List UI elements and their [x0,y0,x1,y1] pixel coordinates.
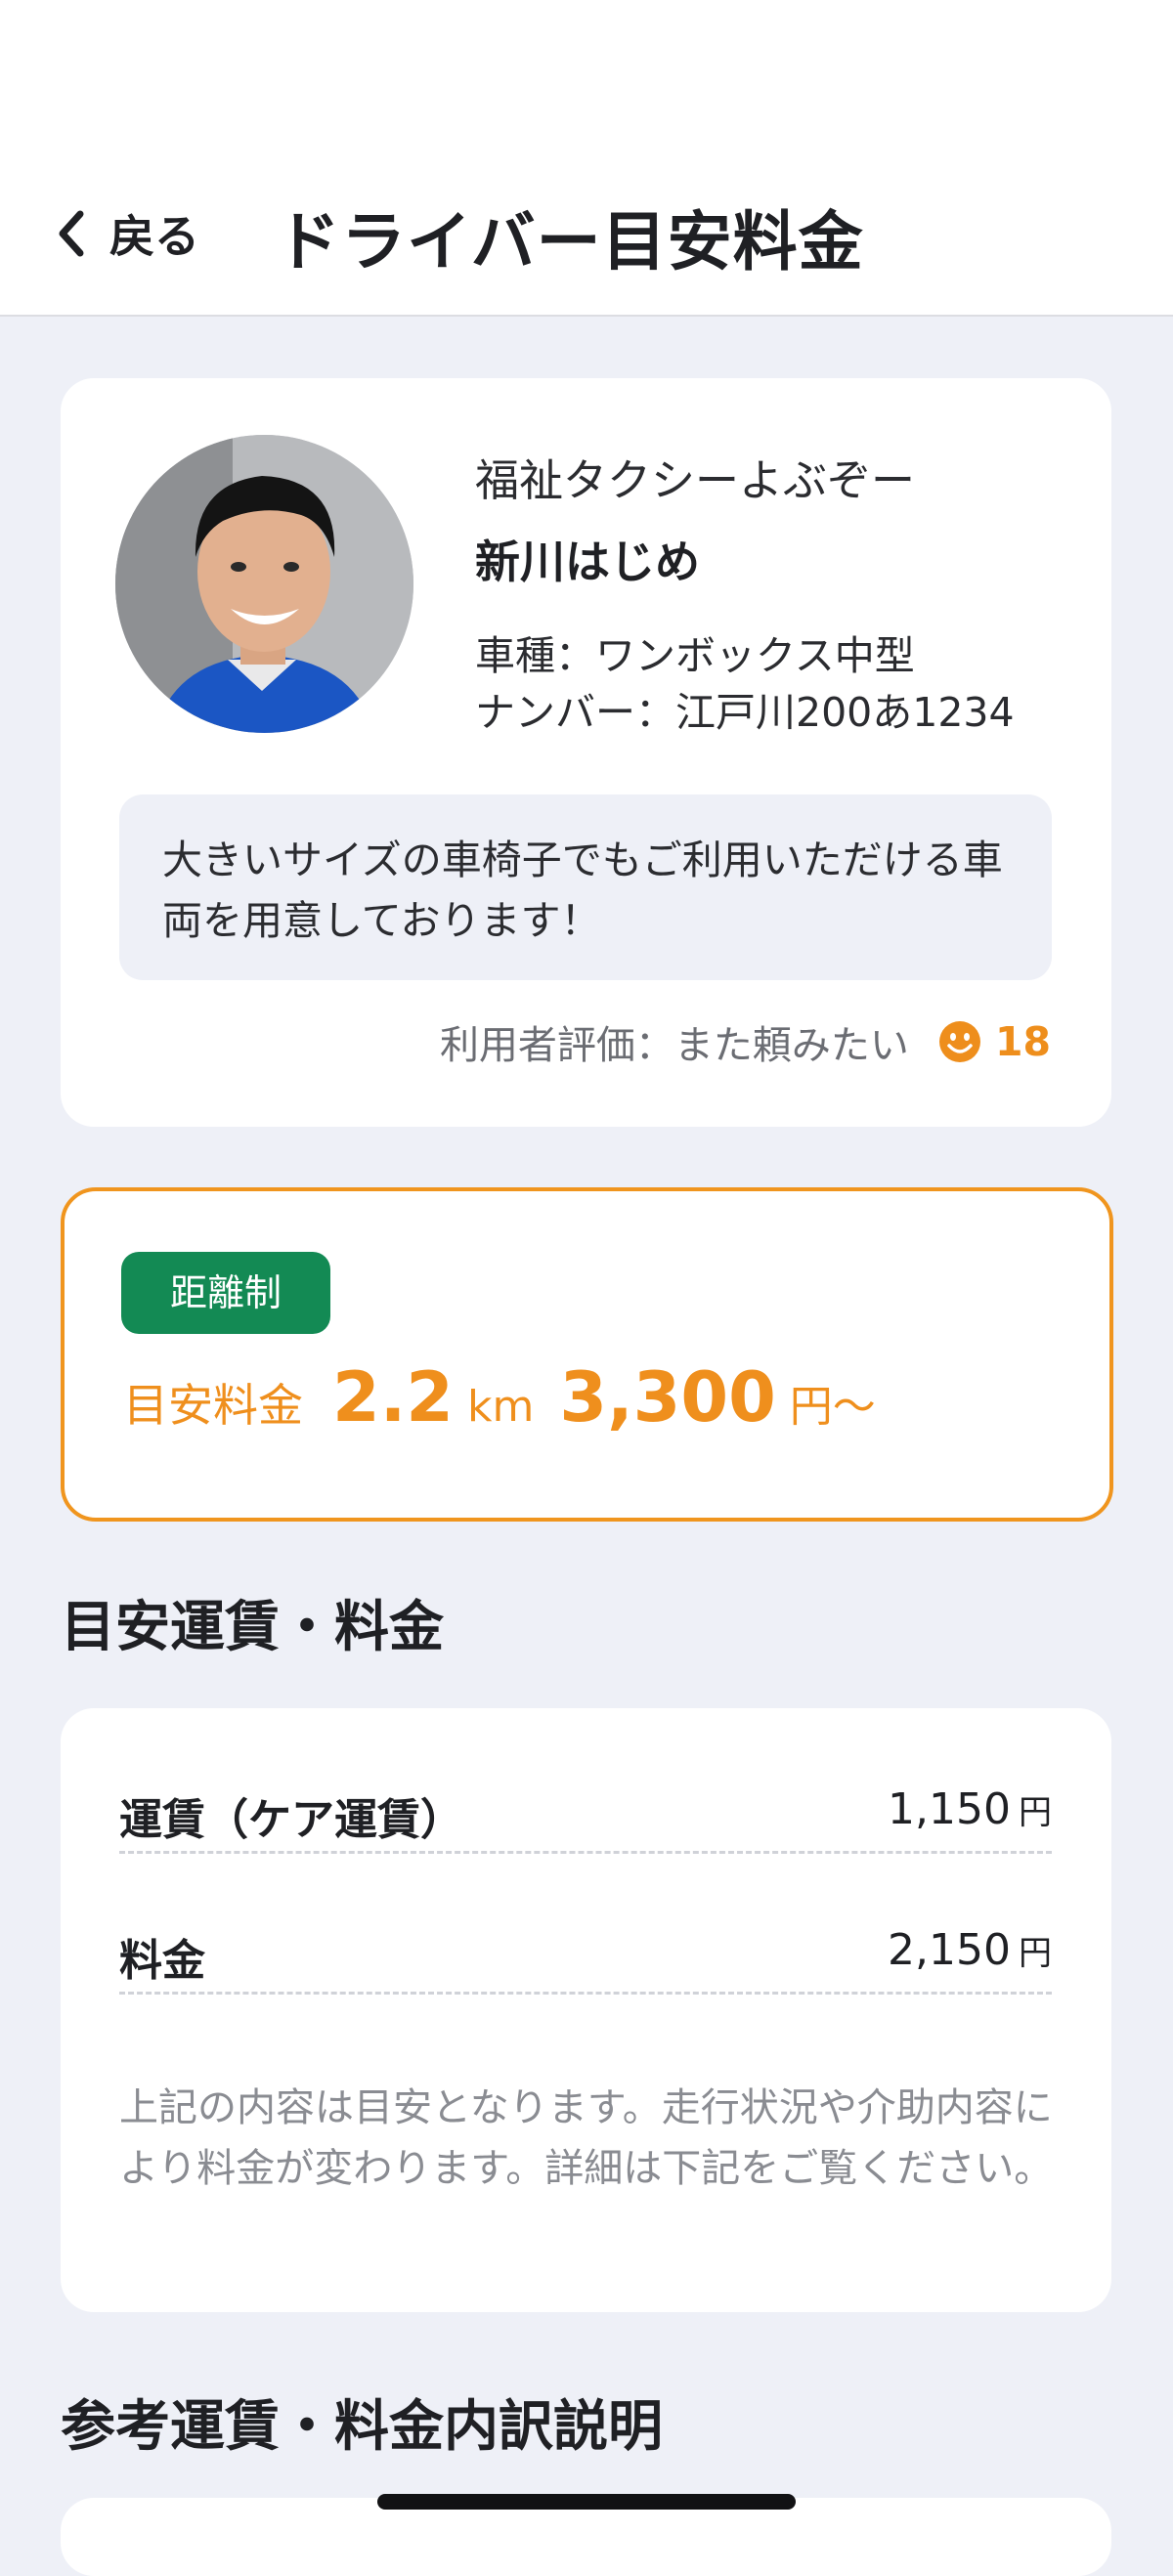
breakdown-row-value: 2,150 円 [888,1925,1052,1975]
navigation-bar: 戻る ドライバー目安料金 [0,156,1173,317]
breakdown-row: 料金 2,150 円 [119,1908,1052,1995]
fare-type-badge: 距離制 [121,1252,330,1334]
fare-breakdown-card: 運賃（ケア運賃） 1,150 円 料金 2,150 円 上記の内容は目安となります。… [61,1708,1111,2312]
breakdown-row-label: 料金 [119,1936,205,1986]
breakdown-row: 運賃（ケア運賃） 1,150 円 [119,1767,1052,1854]
breakdown-row-unit: 円 [1019,1793,1052,1832]
breakdown-row-unit: 円 [1019,1934,1052,1973]
breakdown-row-amount: 1,150 [888,1784,1011,1834]
fare-distance-unit: km [467,1382,535,1432]
chevron-left-icon [59,210,84,257]
rating-label: 利用者評価：また頼みたい [439,1023,909,1068]
status-bar [0,0,1173,156]
fare-summary: 目安料金 2.2 km 3,300 円～ [123,1357,876,1455]
home-indicator [377,2494,796,2510]
smiley-face-icon [938,1021,980,1062]
car-number: ナンバー：江戸川200あ1234 [475,689,1015,736]
back-button[interactable]: 戻る [55,199,199,268]
driver-card: 福祉タクシーよぶぞー 新川はじめ 車種：ワンボックス中型 ナンバー：江戸川200… [61,378,1111,1127]
back-label: 戻る [109,210,199,263]
fare-distance: 2.2 [332,1357,455,1438]
rating-count: 18 [994,1018,1051,1065]
breakdown-row-label: 運賃（ケア運賃） [119,1795,463,1845]
reference-section-title: 参考運賃・料金内訳説明 [61,2395,663,2459]
breakdown-note: 上記の内容は目安となります。走行状況や介助内容により料金が変わります。詳細は下記… [119,2085,1054,2191]
user-rating: 利用者評価：また頼みたい 18 [440,1013,1051,1070]
page-title: ドライバー目安料金 [276,204,864,279]
driver-message: 大きいサイズの車椅子でもご利用いただける車両を用意しております！ [162,837,1003,944]
driver-name: 新川はじめ [475,536,700,588]
driver-message-box: 大きいサイズの車椅子でもご利用いただける車両を用意しております！ [119,794,1052,980]
reference-card [61,2498,1111,2576]
car-type: 車種：ワンボックス中型 [475,632,915,679]
breakdown-row-amount: 2,150 [888,1925,1011,1975]
driver-avatar [115,435,413,733]
breakdown-row-value: 1,150 円 [888,1784,1052,1834]
fare-amount-unit: 円～ [789,1382,876,1432]
fare-amount: 3,300 [559,1357,776,1438]
driver-photo [115,435,413,733]
company-name: 福祉タクシーよぶぞー [475,454,916,506]
fare-label: 目安料金 [123,1379,303,1432]
breakdown-section-title: 目安運賃・料金 [61,1596,444,1659]
estimated-fare-card: 距離制 目安料金 2.2 km 3,300 円～ [61,1187,1113,1522]
